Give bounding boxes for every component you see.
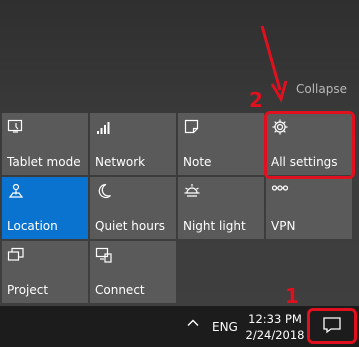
- notification-icon: [322, 316, 342, 338]
- network-icon: [95, 118, 113, 136]
- tile-connect[interactable]: Connect: [90, 241, 176, 303]
- moon-icon: [95, 182, 113, 200]
- empty-slot: [178, 241, 264, 303]
- language-indicator[interactable]: ENG: [212, 320, 238, 334]
- tile-project[interactable]: Project: [2, 241, 88, 303]
- tile-label: Connect: [95, 283, 145, 297]
- sun-icon: [183, 182, 201, 200]
- tile-vpn[interactable]: VPN: [266, 177, 352, 239]
- chevron-up-icon[interactable]: [186, 315, 200, 329]
- step-number-2: 2: [249, 88, 263, 112]
- tile-note[interactable]: Note: [178, 113, 264, 175]
- tile-label: Note: [183, 155, 212, 169]
- note-icon: [183, 118, 201, 136]
- taskbar: [0, 306, 359, 347]
- tile-label: Project: [7, 283, 49, 297]
- clock-time: 12:33 PM: [248, 312, 302, 326]
- tile-quiet-hours[interactable]: Quiet hours: [90, 177, 176, 239]
- empty-slot: [266, 241, 352, 303]
- tile-label: Tablet mode: [7, 155, 81, 169]
- vpn-icon: [271, 182, 289, 200]
- tile-label: Quiet hours: [95, 219, 166, 233]
- tile-label: Location: [7, 219, 58, 233]
- step-number-1: 1: [285, 284, 299, 308]
- tile-location[interactable]: Location: [2, 177, 88, 239]
- clock-date: 2/24/2018: [245, 328, 305, 342]
- project-icon: [7, 246, 25, 264]
- tile-label: VPN: [271, 219, 296, 233]
- connect-icon: [95, 246, 113, 264]
- tile-tablet-mode[interactable]: Tablet mode: [2, 113, 88, 175]
- taskbar-clock[interactable]: 12:33 PM 2/24/2018: [245, 311, 305, 343]
- location-icon: [7, 182, 25, 200]
- collapse-link[interactable]: Collapse: [296, 82, 347, 96]
- action-center-button[interactable]: [313, 313, 351, 341]
- tile-night-light[interactable]: Night light: [178, 177, 264, 239]
- settings-highlight-box: [264, 111, 355, 179]
- tile-network[interactable]: Network: [90, 113, 176, 175]
- tile-label: Night light: [183, 219, 246, 233]
- tablet-mode-icon: [7, 118, 25, 136]
- tile-label: Network: [95, 155, 146, 169]
